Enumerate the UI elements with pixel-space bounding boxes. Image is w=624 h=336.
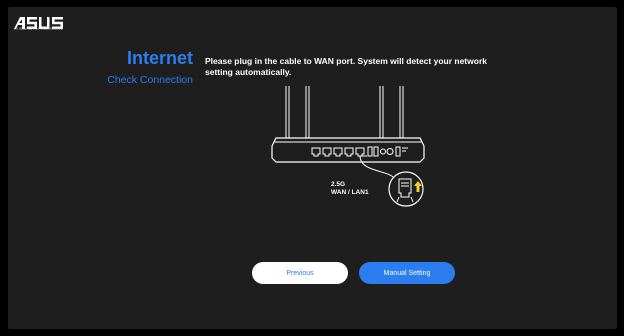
brand-tagline: IN SEARCH OF INCREDIBLE bbox=[14, 27, 64, 31]
previous-button[interactable]: Previous bbox=[252, 262, 348, 284]
step-subtitle: Check Connection bbox=[107, 74, 193, 86]
app-window: IN SEARCH OF INCREDIBLE Internet Check C… bbox=[0, 0, 624, 336]
wan-port-label: 2.5G WAN / LAN1 bbox=[331, 181, 369, 197]
instruction-text: Please plug in the cable to WAN port. Sy… bbox=[205, 56, 487, 77]
wan-port-label-line1: 2.5G bbox=[331, 181, 346, 188]
wan-port-label-line2: WAN / LAN1 bbox=[331, 189, 369, 196]
manual-setting-button[interactable]: Manual Setting bbox=[359, 262, 455, 284]
step-title: Internet bbox=[126, 48, 193, 68]
